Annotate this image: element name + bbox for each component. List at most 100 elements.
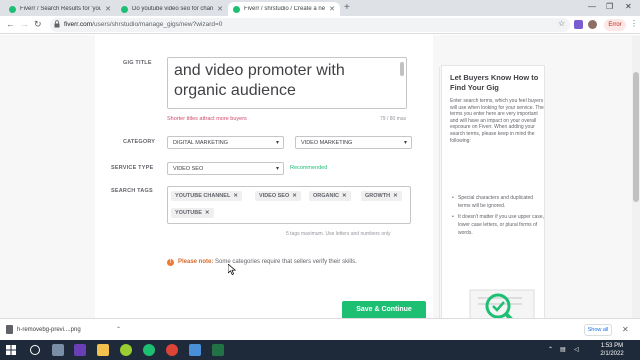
volume-icon[interactable]: ◁ bbox=[574, 346, 579, 353]
windows-start-icon[interactable] bbox=[6, 345, 16, 355]
lock-icon bbox=[54, 20, 60, 28]
gig-title-label: GIG TITLE bbox=[123, 60, 152, 66]
tag-chip: YOUTUBE CHANNEL ✕ bbox=[171, 191, 242, 201]
remove-tag-icon[interactable]: ✕ bbox=[342, 193, 347, 199]
bookmark-star-icon[interactable]: ☆ bbox=[558, 19, 565, 28]
remove-tag-icon[interactable]: ✕ bbox=[292, 193, 297, 199]
close-window-icon[interactable]: ✕ bbox=[625, 2, 632, 11]
service-type-label: SERVICE TYPE bbox=[111, 165, 154, 171]
gig-title-text: and video promoter with organic audience bbox=[174, 62, 345, 99]
tab-title: Do youtube video seo for chann... bbox=[132, 6, 214, 12]
close-tab-icon[interactable]: ✕ bbox=[329, 5, 335, 13]
menu-kebab-icon[interactable]: ⋮ bbox=[630, 19, 638, 28]
close-downloads-icon[interactable]: ✕ bbox=[622, 324, 629, 336]
error-badge[interactable]: Error bbox=[604, 19, 626, 31]
network-icon[interactable]: ▤ bbox=[560, 346, 566, 353]
url-path: /users/shrstudio/manage_gigs/new?wizard=… bbox=[92, 21, 223, 28]
windows-taskbar: ⌃ ▤ ◁ 1:53 PM 2/1/2022 bbox=[0, 340, 640, 360]
page-content: GIG TITLE and video promoter with organi… bbox=[0, 35, 640, 318]
tab-search-results[interactable]: Fiverr / Search Results for 'youtube... … bbox=[4, 2, 116, 16]
profile-avatar[interactable] bbox=[588, 20, 597, 29]
recommended-text: Recommended bbox=[290, 165, 328, 171]
show-all-button[interactable]: Show all bbox=[584, 324, 612, 336]
browser-toolbar: ← → ↻ fiverr.com/users/shrstudio/manage_… bbox=[0, 16, 640, 34]
download-filename: h-removebg-previ....png bbox=[17, 327, 81, 333]
help-paragraph: Enter search terms, which you feel buyer… bbox=[450, 98, 544, 144]
chrome-icon[interactable] bbox=[166, 344, 178, 356]
help-bullet: Special characters and duplicated terms … bbox=[452, 194, 544, 210]
tag-label: YOUTUBE CHANNEL bbox=[175, 193, 231, 199]
reload-icon[interactable]: ↻ bbox=[34, 19, 42, 30]
clock-date: 2/1/2022 bbox=[600, 351, 624, 357]
chevron-down-icon: ▾ bbox=[275, 140, 279, 146]
save-continue-button[interactable]: Save & Continue bbox=[342, 301, 426, 318]
fiverr-favicon bbox=[233, 5, 240, 13]
tab-title: Fiverr / Search Results for 'youtube... bbox=[20, 6, 102, 12]
fiverr-favicon bbox=[9, 5, 16, 13]
forward-arrow-icon[interactable]: → bbox=[20, 19, 29, 30]
tab-create-gig[interactable]: Fiverr / shrstudio / Create a new... ✕ bbox=[228, 2, 340, 16]
tag-label: ORGANIC bbox=[313, 193, 339, 199]
clock-time: 1:53 PM bbox=[600, 343, 624, 349]
remove-tag-icon[interactable]: ✕ bbox=[205, 210, 210, 216]
tab-strip: Fiverr / Search Results for 'youtube... … bbox=[0, 0, 640, 16]
help-bullets: Special characters and duplicated terms … bbox=[452, 194, 544, 240]
back-arrow-icon[interactable]: ← bbox=[6, 19, 15, 30]
task-view-icon[interactable] bbox=[52, 344, 64, 356]
remove-tag-icon[interactable]: ✕ bbox=[233, 193, 238, 199]
chevron-up-icon[interactable]: ⌃ bbox=[116, 324, 121, 336]
category-note: ! Please note: Some categories require th… bbox=[167, 259, 357, 266]
service-type-value: VIDEO SEO bbox=[173, 166, 204, 172]
category-select[interactable]: DIGITAL MARKETING ▾ bbox=[167, 136, 284, 149]
scrollbar-thumb[interactable] bbox=[633, 72, 639, 202]
app-icon-purple[interactable] bbox=[74, 344, 86, 356]
minimize-icon[interactable]: — bbox=[588, 2, 596, 11]
fiverr-app-icon[interactable] bbox=[143, 344, 155, 356]
search-tags-input[interactable]: YOUTUBE CHANNEL ✕ VIDEO SEO ✕ ORGANIC ✕ GRO… bbox=[167, 186, 411, 224]
close-tab-icon[interactable]: ✕ bbox=[105, 5, 111, 13]
chevron-down-icon: ▾ bbox=[275, 166, 279, 172]
close-tab-icon[interactable]: ✕ bbox=[217, 5, 223, 13]
fiverr-favicon bbox=[121, 5, 128, 13]
maximize-icon[interactable]: ❐ bbox=[606, 2, 613, 11]
tag-chip: GROWTH ✕ bbox=[361, 191, 402, 201]
note-text: Some categories require that sellers ver… bbox=[215, 259, 357, 265]
gig-form-card: GIG TITLE and video promoter with organi… bbox=[95, 35, 433, 318]
downloads-bar: h-removebg-previ....png ⌃ Show all ✕ bbox=[0, 318, 640, 340]
note-prefix: Please note: bbox=[178, 259, 214, 265]
app-icon-green[interactable] bbox=[120, 344, 132, 356]
tab-title: Fiverr / shrstudio / Create a new... bbox=[244, 6, 326, 12]
file-explorer-icon[interactable] bbox=[97, 344, 109, 356]
tag-chip: VIDEO SEO ✕ bbox=[255, 191, 301, 201]
excel-icon[interactable] bbox=[212, 344, 224, 356]
subcategory-select[interactable]: VIDEO MARKETING ▾ bbox=[295, 136, 412, 149]
textarea-scrollbar[interactable] bbox=[400, 62, 404, 76]
category-label: CATEGORY bbox=[123, 139, 156, 145]
remove-tag-icon[interactable]: ✕ bbox=[393, 193, 398, 199]
search-icon[interactable] bbox=[30, 345, 40, 355]
extension-icon[interactable] bbox=[574, 20, 583, 29]
tag-label: GROWTH bbox=[365, 193, 391, 199]
warning-icon: ! bbox=[167, 259, 174, 266]
help-panel: Let Buyers Know How to Find Your Gig Ent… bbox=[441, 65, 545, 318]
url-host: fiverr.com bbox=[64, 21, 93, 28]
download-item[interactable]: h-removebg-previ....png bbox=[6, 324, 81, 336]
address-bar[interactable]: fiverr.com/users/shrstudio/manage_gigs/n… bbox=[50, 18, 570, 32]
page-scrollbar[interactable] bbox=[632, 36, 640, 318]
tray-chevron-icon[interactable]: ⌃ bbox=[548, 346, 553, 353]
file-icon bbox=[6, 324, 13, 334]
tags-note: 5 tags maximum. Use letters and numbers … bbox=[286, 231, 391, 237]
search-tags-label: SEARCH TAGS bbox=[111, 188, 153, 194]
divider bbox=[439, 67, 440, 318]
app-icon-blue[interactable] bbox=[189, 344, 201, 356]
tab-youtube-seo[interactable]: Do youtube video seo for chann... ✕ bbox=[116, 2, 228, 16]
chevron-down-icon: ▾ bbox=[403, 140, 407, 146]
title-char-count: 79 / 80 max bbox=[380, 116, 407, 122]
tag-label: VIDEO SEO bbox=[259, 193, 290, 199]
new-tab-button[interactable]: + bbox=[344, 2, 350, 14]
tag-chip: ORGANIC ✕ bbox=[309, 191, 351, 201]
service-type-select[interactable]: VIDEO SEO ▾ bbox=[167, 162, 284, 175]
help-bullet: It doesn't matter if you use upper case,… bbox=[452, 213, 544, 237]
system-clock[interactable]: 1:53 PM 2/1/2022 bbox=[592, 342, 632, 358]
gig-title-input[interactable]: and video promoter with organic audience bbox=[167, 57, 407, 109]
